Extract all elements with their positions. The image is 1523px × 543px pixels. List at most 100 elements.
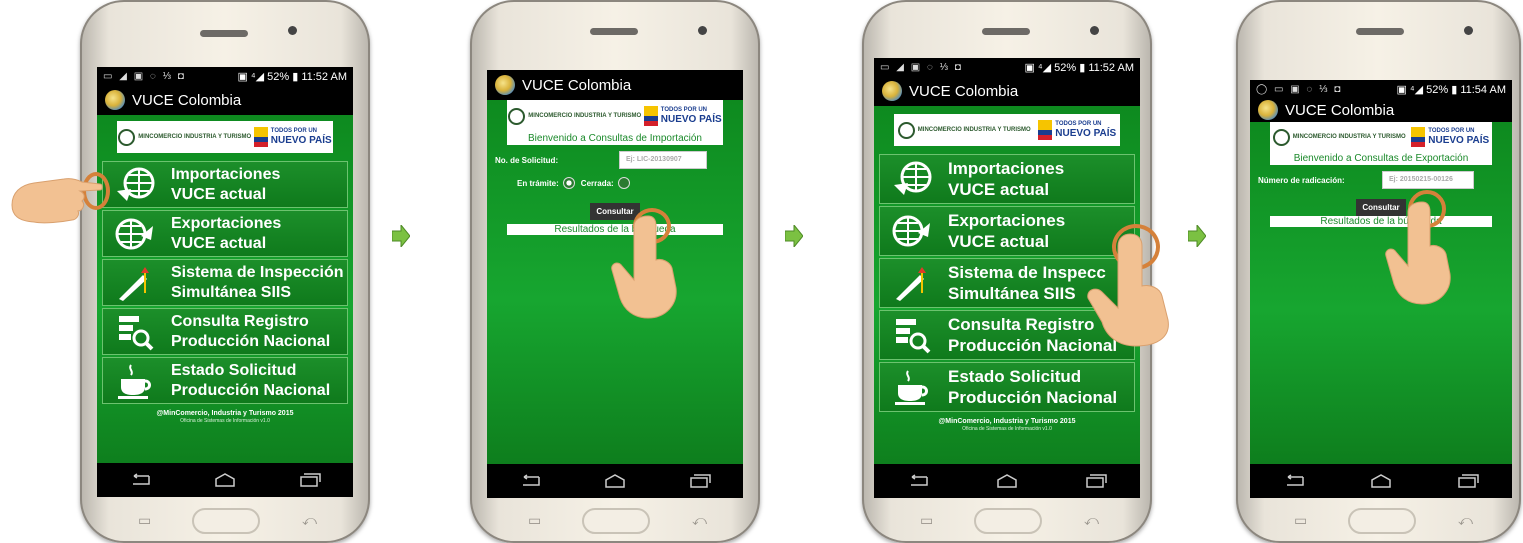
- registry-search-icon: [888, 315, 936, 355]
- status-bar: ▭ ◢ ▣ ◌ ⅓ ◘ ▣ ⁴◢ 52% ▮ 11:52 AM: [97, 67, 353, 85]
- globe-arrow-in-icon: [888, 159, 936, 199]
- screen-export-query: ◯ ▭ ▣ ◌ ⅓ ◘ ▣ ⁴◢ 52% ▮ 11:54 AM VUCE Col…: [1250, 80, 1512, 498]
- phone-4: ◯ ▭ ▣ ◌ ⅓ ◘ ▣ ⁴◢ 52% ▮ 11:54 AM VUCE Col…: [1236, 0, 1521, 543]
- screen-main-menu: ▭ ◢ ▣ ◌ ⅓ ◘ ▣ ⁴◢ 52% ▮ 11:52 AM VUCE Col…: [97, 67, 353, 497]
- recents-icon[interactable]: [689, 474, 712, 488]
- hw-home-button[interactable]: [192, 508, 260, 534]
- todos-por-un-nuevo-pais-logo: TODOS POR UN NUEVO PAÍS: [253, 127, 332, 147]
- nav-bar: [1250, 464, 1512, 498]
- app-title: VUCE Colombia: [522, 76, 632, 94]
- mincomercio-logo: MINCOMERCIO INDUSTRIA Y TURISMO: [118, 128, 251, 146]
- results-header: Resultados de la búsqueda: [1270, 216, 1492, 227]
- earpiece: [982, 28, 1030, 35]
- back-icon[interactable]: [907, 474, 929, 488]
- menu-exportaciones[interactable]: Exportaciones VUCE actual: [102, 210, 348, 257]
- hw-home-button[interactable]: [1348, 508, 1416, 534]
- earpiece: [1356, 28, 1404, 35]
- hw-recents-icon[interactable]: ▭: [920, 512, 933, 529]
- step-arrow-icon: [785, 225, 803, 247]
- recents-icon[interactable]: [1085, 474, 1107, 488]
- pointing-hand-icon: [11, 178, 103, 224]
- hw-home-button[interactable]: [582, 508, 650, 534]
- menu-importaciones[interactable]: Importaciones VUCE actual: [102, 161, 348, 208]
- earpiece: [200, 30, 248, 37]
- app-title: VUCE Colombia: [132, 91, 242, 109]
- home-icon[interactable]: [604, 474, 626, 488]
- footer: @MinComercio, Industria y Turismo 2015 O…: [938, 418, 1076, 432]
- ministry-banner: MINCOMERCIO INDUSTRIA Y TURISMO TODOS PO…: [1270, 122, 1492, 152]
- status-bar: ▭ ◢ ▣ ◌ ⅓ ◘ ▣ ⁴◢ 52% ▮ 11:52 AM: [874, 58, 1140, 76]
- home-icon[interactable]: [214, 473, 236, 487]
- app-logo-icon: [882, 81, 902, 101]
- solicitud-input[interactable]: Ej: LIC-20130907: [619, 151, 707, 169]
- app-bar: VUCE Colombia: [1250, 98, 1512, 122]
- hw-back-icon[interactable]: ⤺: [302, 512, 317, 529]
- menu-estado-solicitud[interactable]: Estado Solicitud Producción Nacional: [879, 362, 1135, 412]
- step-arrow-icon: [1188, 225, 1206, 247]
- step-arrow-icon: [392, 225, 410, 247]
- ministry-banner: MINCOMERCIO INDUSTRIA Y TURISMO TODOS PO…: [117, 121, 333, 153]
- content-area: MINCOMERCIO INDUSTRIA Y TURISMO TODOS PO…: [97, 115, 353, 467]
- hw-back-icon[interactable]: ⤺: [1458, 512, 1473, 529]
- globe-arrow-in-icon: [111, 165, 159, 205]
- status-bar: ◯ ▭ ▣ ◌ ⅓ ◘ ▣ ⁴◢ 52% ▮ 11:54 AM: [1250, 80, 1512, 98]
- solicitud-row: No. de Solicitud: Ej: LIC-20130907: [487, 145, 743, 169]
- menu-importaciones[interactable]: Importaciones VUCE actual: [879, 154, 1135, 204]
- front-camera: [1090, 26, 1099, 35]
- app-bar: VUCE Colombia: [97, 85, 353, 115]
- cerrada-radio[interactable]: [617, 177, 630, 189]
- en-tramite-radio[interactable]: [562, 177, 575, 189]
- nav-bar: [487, 464, 743, 498]
- globe-arrow-out-icon: [111, 214, 159, 254]
- recents-icon[interactable]: [299, 473, 322, 487]
- radicacion-input[interactable]: Ej: 20150215-00126: [1382, 171, 1474, 189]
- pointing-hand-icon: [1385, 201, 1451, 305]
- app-bar: VUCE Colombia: [487, 70, 743, 100]
- hw-recents-icon[interactable]: ▭: [138, 512, 151, 529]
- inspection-icon: [111, 263, 159, 303]
- radicacion-row: Número de radicación: Ej: 20150215-00126: [1250, 165, 1512, 189]
- estado-row: En trámite: Cerrada:: [487, 169, 743, 189]
- coffee-cup-icon: [888, 367, 936, 407]
- hw-recents-icon[interactable]: ▭: [1294, 512, 1307, 529]
- back-icon[interactable]: [519, 474, 541, 488]
- ministry-banner: MINCOMERCIO INDUSTRIA Y TURISMO TODOS PO…: [894, 114, 1120, 146]
- globe-arrow-out-icon: [888, 211, 936, 251]
- app-logo-icon: [1258, 100, 1278, 120]
- menu-consulta-registro[interactable]: Consulta Registro Producción Nacional: [102, 308, 348, 355]
- menu-estado-solicitud[interactable]: Estado Solicitud Producción Nacional: [102, 357, 348, 404]
- hw-home-button[interactable]: [974, 508, 1042, 534]
- home-icon[interactable]: [996, 474, 1018, 488]
- mincomercio-logo: MINCOMERCIO INDUSTRIA Y TURISMO: [508, 107, 641, 125]
- menu-sistema-inspeccion[interactable]: Sistema de Inspección Simultánea SIIS: [102, 259, 348, 306]
- mincomercio-logo: MINCOMERCIO INDUSTRIA Y TURISMO: [897, 121, 1031, 139]
- recents-icon[interactable]: [1457, 474, 1480, 488]
- pointing-hand-icon: [611, 215, 677, 319]
- phone-1: ▭ ◢ ▣ ◌ ⅓ ◘ ▣ ⁴◢ 52% ▮ 11:52 AM VUCE Col…: [80, 0, 370, 543]
- hw-back-icon[interactable]: ⤺: [1084, 512, 1099, 529]
- app-title: VUCE Colombia: [1285, 101, 1395, 119]
- front-camera: [1464, 26, 1473, 35]
- nav-bar: [97, 463, 353, 497]
- app-logo-icon: [495, 75, 515, 95]
- hw-recents-icon[interactable]: ▭: [528, 512, 541, 529]
- footer: @MinComercio, Industria y Turismo 2015 O…: [156, 410, 294, 424]
- todos-por-un-nuevo-pais-logo: TODOS POR UN NUEVO PAÍS: [1411, 127, 1489, 147]
- todos-por-un-nuevo-pais-logo: TODOS POR UN NUEVO PAÍS: [1038, 120, 1116, 140]
- back-icon[interactable]: [129, 473, 151, 487]
- welcome-header: Bienvenido a Consultas de Importación: [507, 132, 723, 145]
- nav-bar: [874, 464, 1140, 498]
- home-icon[interactable]: [1370, 474, 1392, 488]
- inspection-icon: [888, 263, 936, 303]
- mincomercio-logo: MINCOMERCIO INDUSTRIA Y TURISMO: [1272, 128, 1406, 146]
- pointing-hand-icon: [1087, 233, 1169, 347]
- front-camera: [288, 26, 297, 35]
- app-logo-icon: [105, 90, 125, 110]
- hw-back-icon[interactable]: ⤺: [692, 512, 707, 529]
- welcome-header: Bienvenido a Consultas de Exportación: [1270, 152, 1492, 165]
- app-title: VUCE Colombia: [909, 82, 1019, 100]
- back-icon[interactable]: [1283, 474, 1305, 488]
- coffee-cup-icon: [111, 361, 159, 401]
- ministry-banner: MINCOMERCIO INDUSTRIA Y TURISMO TODOS PO…: [507, 100, 723, 132]
- registry-search-icon: [111, 312, 159, 352]
